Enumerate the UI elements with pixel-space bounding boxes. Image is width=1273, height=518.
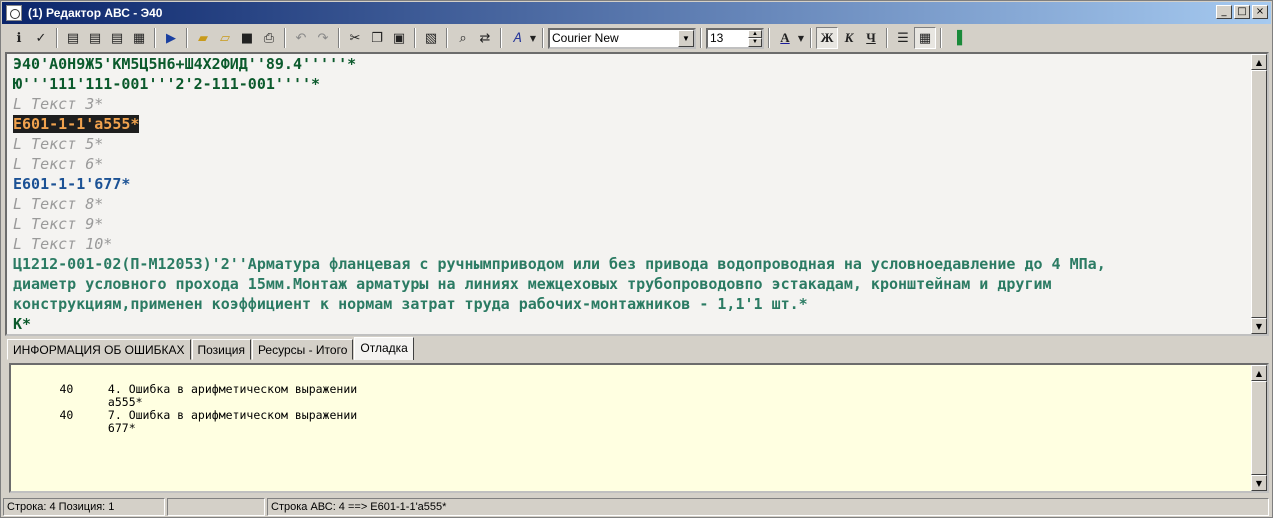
open-icon[interactable]: ▰ [192,27,214,49]
editor-window: (1) Редактор АВС - Э40 _ □ × ℹ ✓ ▤ ▤ ▤ ▦… [0,0,1273,518]
editor-line: Ю'''111'111-001'''2'2-111-001''''* [13,75,321,93]
editor-line: Э40'А0Н9Ж5'КМ5Ц5Н6+Ш4Х2ФИД''89.4'''''* [13,55,357,73]
editor-line: L Текст 6* [13,155,104,173]
font-name-select[interactable]: Courier New ▼ [548,27,696,49]
editor-line: L Текст 5* [13,135,104,153]
close-button[interactable]: × [1252,5,1268,19]
tab-position[interactable]: Позиция [191,339,251,360]
tab-resources[interactable]: Ресурсы - Итого [251,339,354,360]
status-abc-line: Строка АВС: 4 ==> Е601-1-1'а555* [267,498,1269,516]
paste-icon[interactable]: ▣ [388,27,410,49]
text-color-button[interactable]: A [774,27,796,49]
debug-scrollbar[interactable]: ▲ ▼ [1251,365,1267,491]
info-icon[interactable]: ℹ [8,27,30,49]
editor-line-selected: Е601-1-1'а555* [13,114,1249,134]
editor-line: конструкциям,применен коэффициент к норм… [13,295,808,313]
debug-output: 40 4. Ошибка в арифметическом выражении … [59,382,358,435]
copy-icon[interactable]: ❐ [366,27,388,49]
scroll-up-icon[interactable]: ▲ [1251,54,1267,70]
scroll-thumb[interactable] [1251,70,1267,318]
editor-line: Ц1212-001-02(П-М12053)'2''Арматура фланц… [13,255,1106,273]
font-style-icon[interactable]: 𝐴 [506,27,528,49]
window-title: (1) Редактор АВС - Э40 [28,6,163,20]
exit-icon[interactable]: ▐ [946,27,968,49]
run-icon[interactable]: ▶ [160,27,182,49]
status-empty [167,498,265,516]
tab-errors[interactable]: ИНФОРМАЦИЯ ОБ ОШИБКАХ [7,339,191,360]
editor-line: L Текст 10* [13,235,113,253]
layout-4-icon[interactable]: ▦ [128,27,150,49]
editor-line: L Текст 3* [13,95,104,113]
undo-icon[interactable]: ↶ [290,27,312,49]
code-editor[interactable]: Э40'А0Н9Ж5'КМ5Ц5Н6+Ш4Х2ФИД''89.4'''''* Ю… [5,52,1269,336]
bold-button[interactable]: Ж [816,27,838,49]
layout-3-icon[interactable]: ▤ [106,27,128,49]
editor-scrollbar[interactable]: ▲ ▼ [1251,54,1267,334]
scroll-up-icon[interactable]: ▲ [1251,365,1267,381]
editor-line: L Текст 9* [13,215,104,233]
tab-debug[interactable]: Отладка [354,337,414,360]
open-folder-icon[interactable]: ▱ [214,27,236,49]
font-size-value: 13 [710,31,724,45]
spin-up-icon[interactable]: ▲ [748,29,762,38]
layout-2-icon[interactable]: ▤ [84,27,106,49]
layout-1-icon[interactable]: ▤ [62,27,84,49]
scroll-down-icon[interactable]: ▼ [1251,318,1267,334]
grid-icon[interactable]: ▦ [914,27,936,49]
scroll-down-icon[interactable]: ▼ [1251,475,1267,491]
cut-icon[interactable]: ✂ [344,27,366,49]
chevron-down-icon[interactable]: ▼ [528,27,538,49]
find-icon[interactable]: ⌕ [452,27,474,49]
italic-button[interactable]: К [838,27,860,49]
save-icon[interactable]: ■ [236,27,258,49]
redo-icon[interactable]: ↷ [312,27,334,49]
font-size-spinner[interactable]: 13 ▲ ▼ [706,27,764,49]
maximize-button[interactable]: □ [1234,5,1250,19]
app-icon[interactable] [6,5,22,21]
bottom-tabs: ИНФОРМАЦИЯ ОБ ОШИБКАХ Позиция Ресурсы - … [7,337,415,361]
title-bar[interactable]: (1) Редактор АВС - Э40 _ □ × [2,2,1271,24]
status-cursor-position: Строка: 4 Позиция: 1 [3,498,165,516]
debug-panel[interactable]: 40 4. Ошибка в арифметическом выражении … [9,363,1269,493]
chevron-down-icon[interactable]: ▼ [678,29,694,47]
toolbar: ℹ ✓ ▤ ▤ ▤ ▦ ▶ ▰ ▱ ■ ⎙ ↶ ↷ ✂ ❐ ▣ ▧ ⌕ ⇄ 𝐴 … [2,25,1271,51]
selected-text: Е601-1-1'а555* [13,115,140,133]
editor-line: Е601-1-1'677* [13,175,131,193]
replace-icon[interactable]: ⇄ [474,27,496,49]
editor-line: К* [13,315,32,333]
scroll-thumb[interactable] [1251,381,1267,475]
editor-line: диаметр условного прохода 15мм.Монтаж ар… [13,275,1052,293]
spellcheck-icon[interactable]: ✓ [30,27,52,49]
font-name-value: Courier New [552,31,619,45]
print-icon[interactable]: ⎙ [258,27,280,49]
list-icon[interactable]: ☰ [892,27,914,49]
spin-down-icon[interactable]: ▼ [748,38,762,47]
underline-button[interactable]: Ч [860,27,882,49]
minimize-button[interactable]: _ [1216,5,1232,19]
editor-line: L Текст 8* [13,195,104,213]
status-bar: Строка: 4 Позиция: 1 Строка АВС: 4 ==> Е… [3,497,1271,517]
chevron-down-icon[interactable]: ▼ [796,27,806,49]
paste-special-icon[interactable]: ▧ [420,27,442,49]
